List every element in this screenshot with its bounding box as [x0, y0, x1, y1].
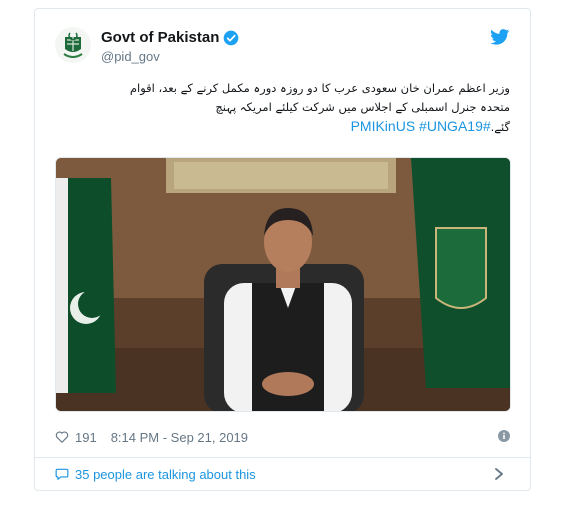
conversation-text[interactable]: 35 people are talking about this — [75, 467, 256, 482]
heart-icon[interactable] — [55, 430, 69, 444]
display-name[interactable]: Govt of Pakistan — [101, 29, 219, 46]
tweet-photo[interactable] — [55, 157, 511, 412]
chevron-right-icon[interactable] — [494, 468, 504, 480]
tweet-card[interactable]: Govt of Pakistan @pid_gov وزیر اعظم عمرا… — [34, 8, 531, 491]
hashtag-group: #PMIKinUS #UNGA19 — [351, 118, 491, 134]
like-count[interactable]: 191 — [75, 430, 97, 445]
photo-illustration — [56, 158, 510, 411]
twitter-bird-icon[interactable] — [490, 29, 510, 45]
verified-badge-icon — [224, 30, 239, 45]
tweet-header: Govt of Pakistan @pid_gov — [55, 27, 510, 71]
tweet-text-line: وزیر اعظم عمران خان سعودی عرب کا دو روزہ… — [129, 81, 510, 95]
divider — [35, 457, 530, 458]
pakistan-emblem-icon — [55, 27, 91, 63]
tweet-text-line-last: گئے.#PMIKinUS #UNGA19 — [55, 117, 510, 137]
info-icon[interactable] — [498, 430, 510, 442]
handle[interactable]: @pid_gov — [101, 49, 160, 64]
hashtag-unga19[interactable]: #UNGA19 — [419, 118, 483, 134]
speech-bubble-icon — [55, 468, 69, 480]
tweet-text-fragment: گئے. — [490, 120, 510, 134]
conversation-link[interactable]: 35 people are talking about this — [55, 463, 510, 485]
tweet-meta: 191 8:14 PM - Sep 21, 2019 — [55, 427, 510, 447]
avatar[interactable] — [55, 27, 91, 63]
tweet-text-line: متحدہ جنرل اسمبلی کے اجلاس میں شرکت کیلئ… — [215, 100, 510, 114]
tweet-text: وزیر اعظم عمران خان سعودی عرب کا دو روزہ… — [55, 79, 510, 137]
timestamp[interactable]: 8:14 PM - Sep 21, 2019 — [111, 430, 248, 445]
name-row: Govt of Pakistan — [101, 29, 239, 46]
